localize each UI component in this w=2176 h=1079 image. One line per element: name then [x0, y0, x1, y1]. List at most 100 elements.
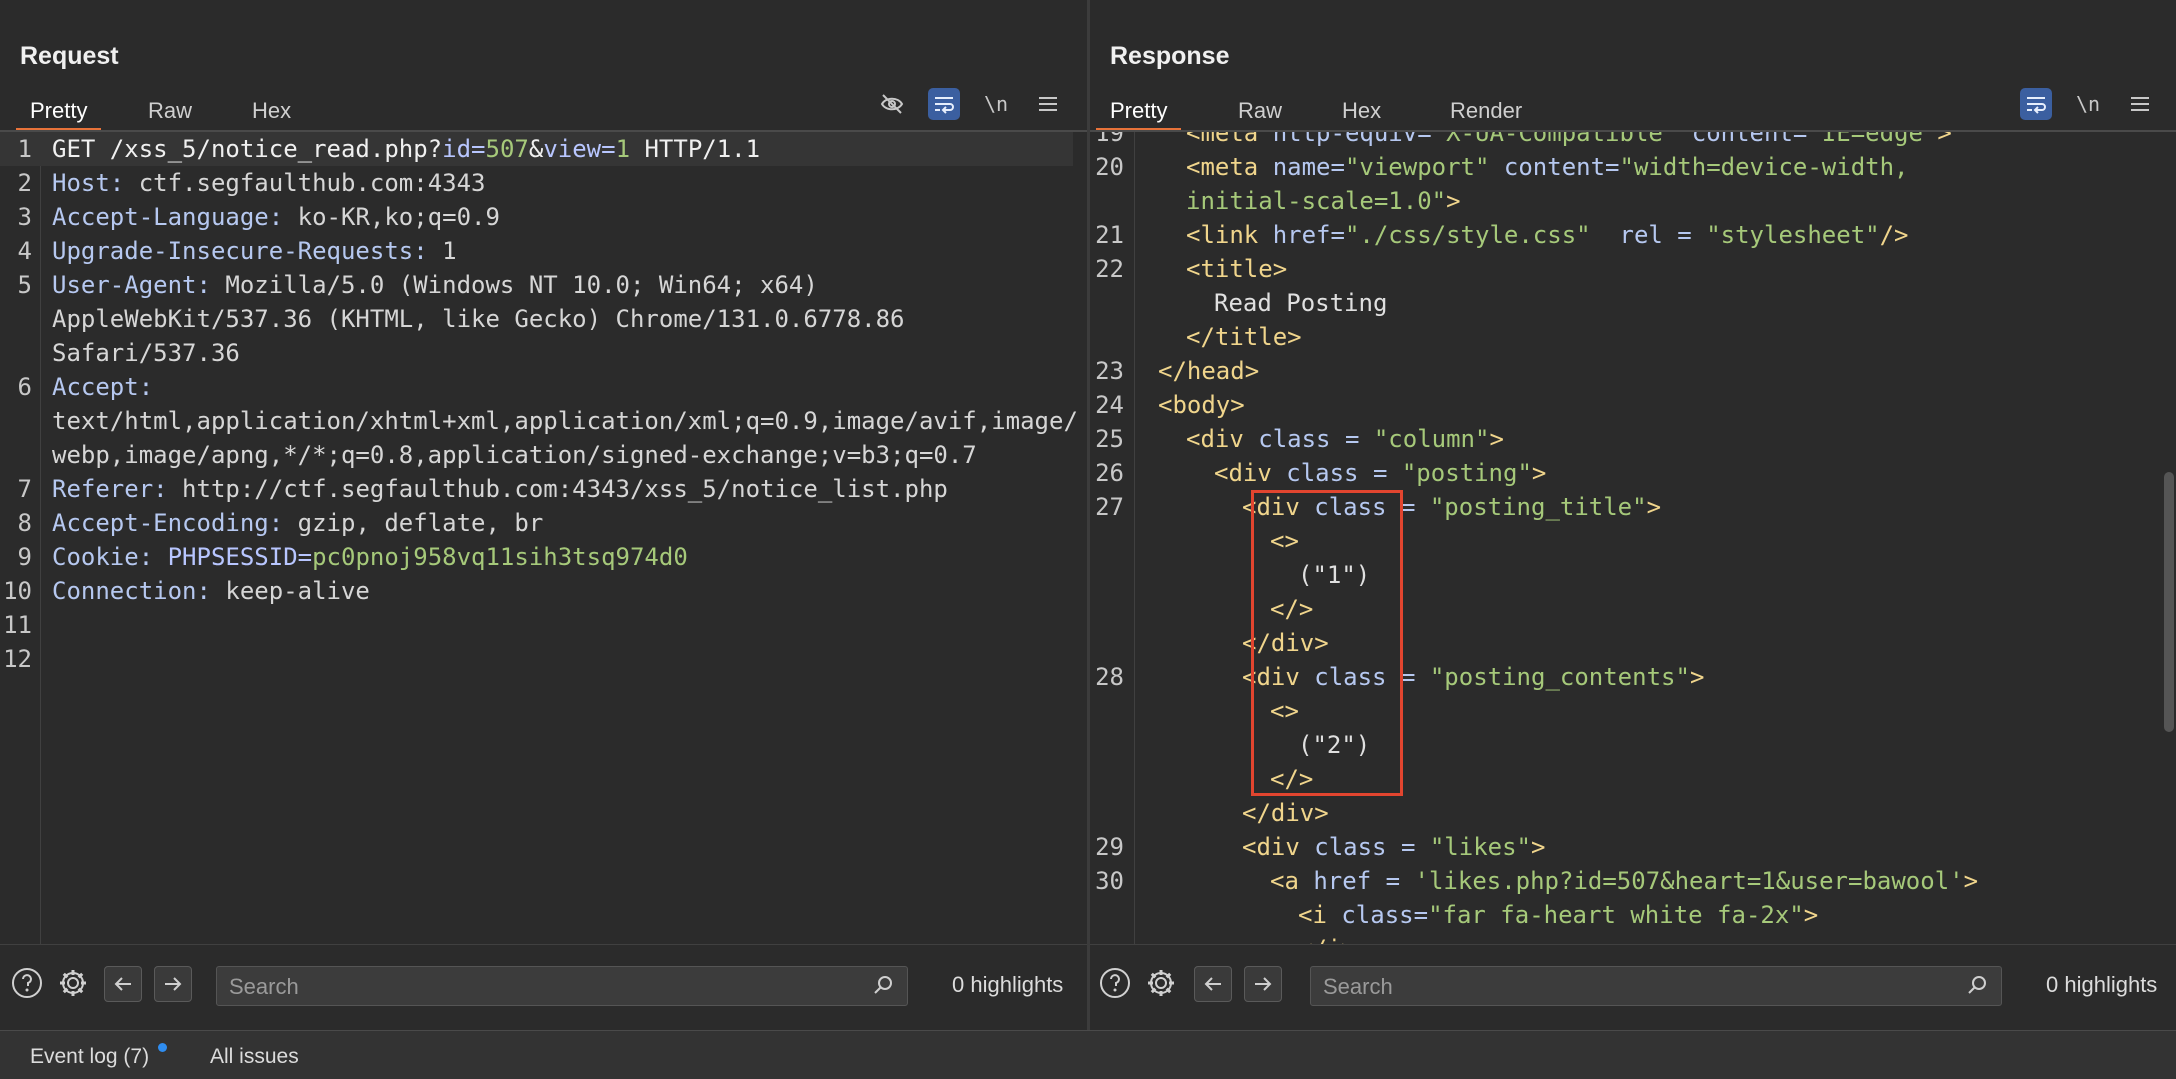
- response-code-line: initial-scale=1.0">: [1090, 184, 2162, 218]
- previous-match-button[interactable]: [104, 966, 142, 1002]
- response-show-newlines-toggle[interactable]: \n: [2072, 88, 2104, 120]
- response-line-number: 29: [1095, 833, 1124, 861]
- code-token: <i: [1298, 901, 1342, 929]
- request-code-line: AppleWebKit/537.36 (KHTML, like Gecko) C…: [0, 302, 1073, 336]
- request-line-number: 6: [17, 373, 32, 401]
- response-scrollbar[interactable]: [2164, 472, 2174, 732]
- response-code-text: </head>: [1158, 354, 1259, 388]
- next-match-button[interactable]: [154, 966, 192, 1002]
- request-code-line: 4 Upgrade-Insecure-Requests: 1: [0, 234, 1073, 268]
- response-code-text: <body>: [1158, 388, 1245, 422]
- request-tab-pretty[interactable]: Pretty: [16, 92, 102, 132]
- event-log-link[interactable]: Event log (7): [30, 1045, 149, 1069]
- arrow-right-icon: [1255, 977, 1272, 991]
- wrap-lines-toggle[interactable]: [928, 88, 960, 120]
- status-bar: Event log (7) All issues: [0, 1030, 2176, 1079]
- settings-button[interactable]: [56, 966, 90, 1000]
- response-next-match-button[interactable]: [1244, 966, 1282, 1002]
- request-line-number: 12: [3, 645, 32, 673]
- all-issues-link[interactable]: All issues: [210, 1045, 299, 1069]
- response-code-text: <a href = 'likes.php?id=507&heart=1&user…: [1270, 864, 1978, 898]
- code-token: class =: [1314, 833, 1430, 861]
- arrow-right-icon: [165, 977, 182, 991]
- response-code-line: </i>: [1090, 932, 2162, 944]
- response-code-line: 22 <title>: [1090, 252, 2162, 286]
- code-token: <div: [1242, 663, 1315, 691]
- request-code-line: 9 Cookie: PHPSESSID=pc0pnoj958vq11sih3tsq…: [0, 540, 1073, 574]
- code-token: Referer:: [52, 475, 183, 503]
- arrow-left-icon: [1204, 977, 1221, 991]
- request-code-text: Accept:: [52, 370, 168, 404]
- code-token: "likes": [1429, 833, 1531, 861]
- code-token: "posting_title": [1429, 493, 1647, 521]
- code-token: ctf.segfaulthub.com:4343: [138, 169, 486, 197]
- code-token: </head>: [1158, 357, 1260, 385]
- code-token: keep-alive: [225, 577, 370, 605]
- response-editor[interactable]: 19 <meta http-equiv="X-UA-Compatible" con…: [1090, 132, 2176, 944]
- response-line-number: 28: [1095, 663, 1124, 691]
- response-wrap-lines-toggle[interactable]: [2020, 88, 2052, 120]
- request-code-line: 10 Connection: keep-alive: [0, 574, 1073, 608]
- request-search-input[interactable]: [227, 967, 783, 1007]
- response-line-number: 27: [1095, 493, 1124, 521]
- response-code-line: </div>: [1090, 796, 2162, 830]
- request-line-number: 3: [17, 203, 32, 231]
- response-code-text: <>: [1270, 524, 1299, 558]
- request-code-text: Connection: keep-alive: [52, 574, 370, 608]
- code-token: PHPSESSID=: [167, 543, 313, 571]
- code-token: Cookie:: [52, 543, 168, 571]
- request-code-line: 5 User-Agent: Mozilla/5.0 (Windows NT 10.…: [0, 268, 1073, 302]
- code-token: >: [1446, 187, 1461, 215]
- code-token: content=: [1503, 153, 1620, 181]
- response-code-line: </>: [1090, 762, 2162, 796]
- code-token: http://ctf.segfaulthub.com:4343/xss_5/no…: [182, 475, 948, 503]
- code-token: gzip, deflate, br: [297, 509, 544, 537]
- response-tab-raw[interactable]: Raw: [1224, 92, 1296, 130]
- code-token: />: [1879, 221, 1909, 249]
- response-code-text: </>: [1270, 592, 1313, 626]
- response-code-text: <link href="./css/style.css" rel = "styl…: [1186, 218, 1909, 252]
- response-code-line: 27 <div class = "posting_title">: [1090, 490, 2162, 524]
- code-token: webp,image/apng,*/*;q=0.8,application/si…: [52, 441, 977, 469]
- response-footer-divider: [1090, 944, 2176, 945]
- response-code-text: <>: [1270, 694, 1299, 728]
- response-tab-hex[interactable]: Hex: [1328, 92, 1395, 130]
- code-token: >: [1646, 493, 1662, 521]
- response-code-text: <meta name="viewport" content="width=dev…: [1186, 150, 1908, 184]
- request-line-number: 10: [3, 577, 32, 605]
- response-code-text: <div class = "column">: [1186, 422, 1504, 456]
- response-highlights-count: 0 highlights: [2046, 972, 2158, 997]
- request-tab-hex[interactable]: Hex: [238, 92, 305, 130]
- help-button[interactable]: [10, 966, 44, 1000]
- request-code-line: 1 GET /xss_5/notice_read.php?id=507&view=…: [0, 132, 1073, 166]
- response-code-line: </div>: [1090, 626, 2162, 660]
- response-code-line: 23 </head>: [1090, 354, 2162, 388]
- response-help-button[interactable]: [1098, 966, 1132, 1000]
- code-token: class =: [1258, 425, 1374, 453]
- response-code-text: </>: [1270, 762, 1313, 796]
- code-token: <meta: [1186, 132, 1273, 147]
- code-token: href =: [1313, 867, 1415, 895]
- code-token: href=: [1272, 221, 1345, 249]
- request-menu-button[interactable]: [1032, 88, 1064, 120]
- response-code-text: </div>: [1242, 626, 1329, 660]
- response-pane: Response Pretty Raw Hex Render \n 19 <met…: [1090, 0, 2176, 1030]
- request-code-text: text/html,application/xhtml+xml,applicat…: [52, 404, 1078, 438]
- request-code-text: AppleWebKit/537.36 (KHTML, like Gecko) C…: [52, 302, 905, 336]
- response-previous-match-button[interactable]: [1194, 966, 1232, 1002]
- request-editor[interactable]: 1 GET /xss_5/notice_read.php?id=507&view=…: [0, 132, 1087, 944]
- response-search-input[interactable]: [1321, 967, 1877, 1007]
- request-tab-raw[interactable]: Raw: [134, 92, 206, 130]
- response-tab-pretty[interactable]: Pretty: [1096, 92, 1182, 132]
- response-settings-button[interactable]: [1144, 966, 1178, 1000]
- hide-nonprintable-button[interactable]: [876, 88, 908, 120]
- show-newlines-toggle[interactable]: \n: [980, 88, 1012, 120]
- code-token: >: [1531, 833, 1546, 861]
- request-pane: Request Pretty Raw Hex \n 1 GET /xss_5/no…: [0, 0, 1087, 1030]
- response-tab-render[interactable]: Render: [1436, 92, 1536, 130]
- code-token: >: [1963, 867, 1979, 895]
- response-menu-button[interactable]: [2124, 88, 2156, 120]
- code-token: </>: [1270, 765, 1314, 793]
- response-code-text: <div class = "likes">: [1242, 830, 1545, 864]
- response-code-text: <div class = "posting_contents">: [1242, 660, 1704, 694]
